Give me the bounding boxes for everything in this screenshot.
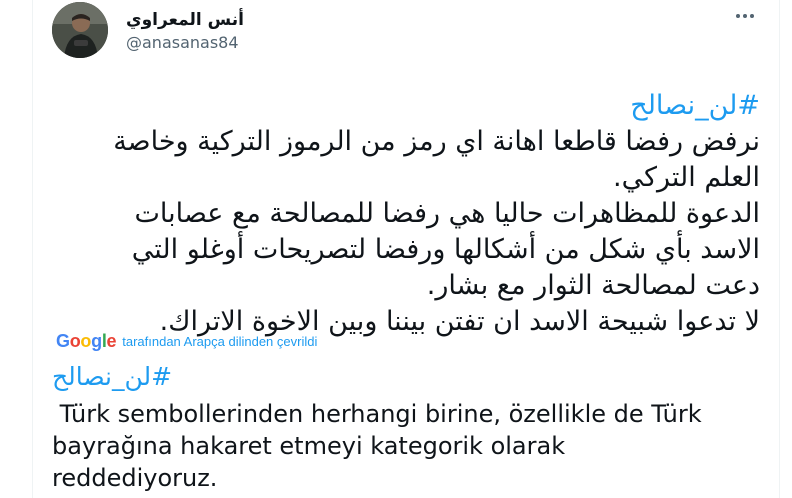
more-button[interactable] [734,6,756,26]
translated-hashtag-link[interactable]: #لن_نصالح [52,362,172,391]
tweet-line: العلم التركي. [613,162,760,193]
google-letter: g [91,330,102,351]
google-letter: G [56,330,70,351]
translated-from-label[interactable]: tarafından Arapça dilinden çevrildi [122,334,317,349]
author-handle[interactable]: @anasanas84 [126,33,239,52]
translated-text: Türk sembollerinden herhangi birine, öze… [52,400,702,492]
tweet-line: الدعوة للمظاهرات حاليا هي رفضا للمصالحة … [134,198,760,229]
more-dots-icon [736,14,754,18]
translation-attribution: Google tarafından Arapça dilinden çevril… [56,330,317,352]
avatar-photo [52,2,108,58]
tweet-text: #لن_نصالح نرفض رفضا قاطعا اهانة اي رمز م… [60,88,760,340]
tweet-line: دعت لمصالحة الثوار مع بشار. [426,270,760,301]
hashtag-link[interactable]: #لن_نصالح [630,90,760,121]
google-letter: o [80,330,92,351]
tweet-line: الاسد بأي شكل من أشكالها ورفضا لتصريحات … [131,234,760,265]
google-letter: o [69,330,81,351]
author-name[interactable]: أنس المعراوي [126,10,244,30]
tweet-line: نرفض رفضا قاطعا اهانة اي رمز من الرموز ا… [113,126,760,157]
avatar[interactable] [52,2,108,58]
google-letter: e [106,330,117,351]
google-logo: Google [56,330,117,352]
